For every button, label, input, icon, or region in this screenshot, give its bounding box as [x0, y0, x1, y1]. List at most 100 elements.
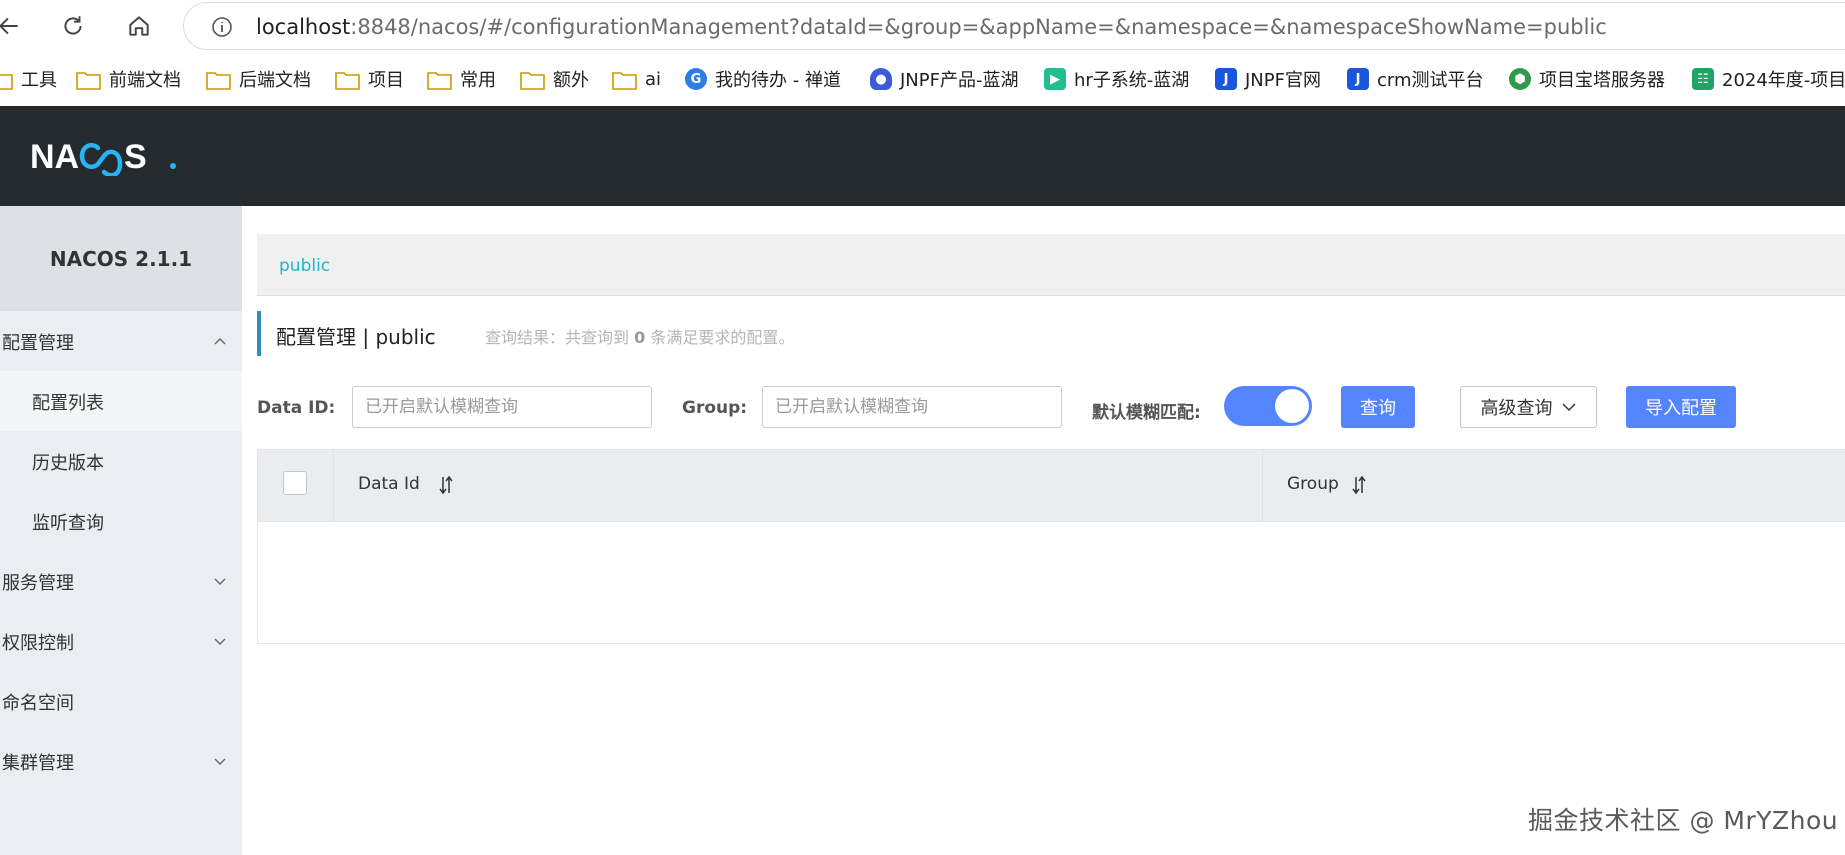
advanced-query-button[interactable]: 高级查询 — [1460, 386, 1597, 428]
sort-icon[interactable] — [1350, 474, 1368, 496]
reload-button[interactable] — [56, 9, 90, 43]
folder-icon — [520, 71, 545, 90]
chevron-down-icon — [214, 578, 226, 585]
watermark: 掘金技术社区 @ MrYZhou — [1528, 806, 1839, 835]
sidebar-item-label: 配置管理 — [2, 333, 74, 354]
bookmark-item[interactable]: 额外 — [520, 66, 589, 92]
arrow-left-icon — [0, 17, 18, 35]
jnpf-favicon: J — [1215, 68, 1237, 90]
select-all-checkbox[interactable] — [283, 471, 307, 495]
version-label: NACOS 2.1.1 — [0, 206, 242, 311]
bookmark-label: JNPF官网 — [1245, 70, 1321, 91]
browser-toolbar: localhost:8848/nacos/#/configurationMana… — [0, 0, 1845, 52]
toggle-knob — [1275, 389, 1309, 423]
bookmark-item[interactable]: ☷ 2024年度-项目 — [1692, 66, 1845, 92]
bookmarks-bar: 工具 前端文档 后端文档 项目 常用 额外 ai G 我的待办 - 禅道 ● J… — [0, 52, 1845, 106]
sidebar-item-listener-query[interactable]: 监听查询 — [0, 491, 242, 551]
sidebar-item-cluster-management[interactable]: 集群管理 — [0, 731, 242, 791]
bookmark-item[interactable]: ▶ hr子系统-蓝湖 — [1044, 66, 1189, 92]
sort-icon[interactable] — [437, 474, 455, 496]
sidebar-item-service-management[interactable]: 服务管理 — [0, 551, 242, 611]
sidebar-item-label: 权限控制 — [2, 633, 74, 654]
bookmark-label: 2024年度-项目 — [1722, 70, 1845, 91]
sidebar-item-config-list[interactable]: 配置列表 — [0, 371, 242, 431]
bookmark-item[interactable]: ⬢ 项目宝塔服务器 — [1509, 66, 1665, 92]
nacos-logo[interactable]: NA S — [30, 136, 180, 176]
sidebar-item-history[interactable]: 历史版本 — [0, 431, 242, 491]
chevron-up-icon — [214, 338, 226, 345]
address-bar[interactable]: localhost:8848/nacos/#/configurationMana… — [183, 2, 1845, 50]
bookmark-item[interactable]: G 我的待办 - 禅道 — [685, 66, 841, 92]
namespace-bar: public — [257, 234, 1845, 296]
query-result-summary: 查询结果：共查询到 0 条满足要求的配置。 — [485, 324, 794, 348]
bookmark-item[interactable]: 常用 — [427, 66, 496, 92]
folder-icon — [206, 71, 231, 90]
sidebar-item-label: 命名空间 — [2, 693, 74, 714]
reload-icon — [64, 16, 82, 35]
url-host: localhost — [256, 15, 351, 39]
column-label: Group — [1287, 474, 1339, 494]
fuzzy-match-toggle[interactable] — [1224, 386, 1312, 426]
url-path: :8848/nacos/#/configurationManagement?da… — [350, 15, 1607, 39]
column-header-group[interactable]: Group — [1263, 450, 1845, 521]
config-table: Data Id Group — [257, 449, 1845, 644]
folder-icon — [612, 71, 637, 90]
logo-mark: NA S — [30, 138, 176, 176]
sheet-favicon: ☷ — [1692, 68, 1714, 90]
sidebar: NACOS 2.1.1 配置管理 配置列表 历史版本 监听查询 服务管理 权限控… — [0, 206, 242, 855]
bookmark-label: 额外 — [553, 70, 589, 91]
select-all-cell — [258, 450, 334, 521]
info-icon[interactable] — [210, 15, 234, 39]
bookmark-item[interactable]: ai — [612, 66, 661, 92]
sidebar-item-label: 服务管理 — [2, 573, 74, 594]
chevron-down-icon — [214, 758, 226, 765]
play-favicon: ▶ — [1044, 68, 1066, 90]
bookmark-label: 项目宝塔服务器 — [1539, 70, 1665, 91]
sidebar-item-label: 监听查询 — [32, 513, 104, 534]
bookmark-item[interactable]: J JNPF官网 — [1215, 66, 1321, 92]
folder-icon — [76, 71, 101, 90]
chevron-down-icon — [1561, 403, 1576, 412]
jnpf-favicon: J — [1347, 68, 1369, 90]
app-header: NA S — [0, 106, 1845, 206]
bookmark-item[interactable]: 项目 — [335, 66, 404, 92]
advanced-query-label: 高级查询 — [1480, 398, 1553, 419]
baota-favicon: ⬢ — [1509, 68, 1531, 90]
folder-icon — [0, 73, 13, 90]
sidebar-item-label: 集群管理 — [2, 753, 74, 774]
bookmark-label: ai — [645, 68, 662, 90]
logo-lettering: S — [124, 138, 147, 176]
column-header-data-id[interactable]: Data Id — [334, 450, 1263, 521]
namespace-tab-public[interactable]: public — [279, 256, 330, 276]
bookmark-item[interactable]: 后端文档 — [206, 66, 311, 92]
bookmark-label: 工具 — [21, 70, 57, 91]
bookmark-item[interactable]: ● JNPF产品-蓝湖 — [870, 66, 1018, 92]
bookmark-label: 前端文档 — [109, 70, 181, 91]
title-accent-bar — [257, 311, 261, 356]
import-config-button[interactable]: 导入配置 — [1626, 386, 1736, 428]
bookmark-label: 项目 — [368, 70, 404, 91]
zentao-favicon: G — [685, 68, 707, 90]
bookmark-item[interactable]: 前端文档 — [76, 66, 181, 92]
logo-lettering: NA — [30, 138, 79, 176]
lanhu-favicon: ● — [870, 68, 892, 90]
bookmark-label: 后端文档 — [239, 70, 311, 91]
bookmark-item[interactable]: J crm测试平台 — [1347, 66, 1484, 92]
table-header: Data Id Group — [258, 450, 1845, 522]
sidebar-item-config-management[interactable]: 配置管理 — [0, 311, 242, 371]
bookmark-item[interactable]: 工具 — [0, 66, 57, 92]
result-suffix: 条满足要求的配置。 — [645, 328, 795, 347]
folder-icon — [335, 71, 360, 90]
column-label: Data Id — [358, 474, 420, 494]
sidebar-item-label: 历史版本 — [32, 453, 104, 474]
home-button[interactable] — [122, 9, 156, 43]
query-button[interactable]: 查询 — [1341, 386, 1415, 428]
sidebar-item-namespace[interactable]: 命名空间 — [0, 671, 242, 731]
bookmark-label: crm测试平台 — [1377, 70, 1484, 91]
back-button[interactable] — [0, 9, 26, 43]
group-input[interactable] — [762, 386, 1062, 428]
url-text[interactable]: localhost:8848/nacos/#/configurationMana… — [256, 15, 1607, 39]
page-header: 配置管理 | public 查询结果：共查询到 0 条满足要求的配置。 — [257, 311, 1845, 356]
sidebar-item-access-control[interactable]: 权限控制 — [0, 611, 242, 671]
data-id-input[interactable] — [352, 386, 652, 428]
